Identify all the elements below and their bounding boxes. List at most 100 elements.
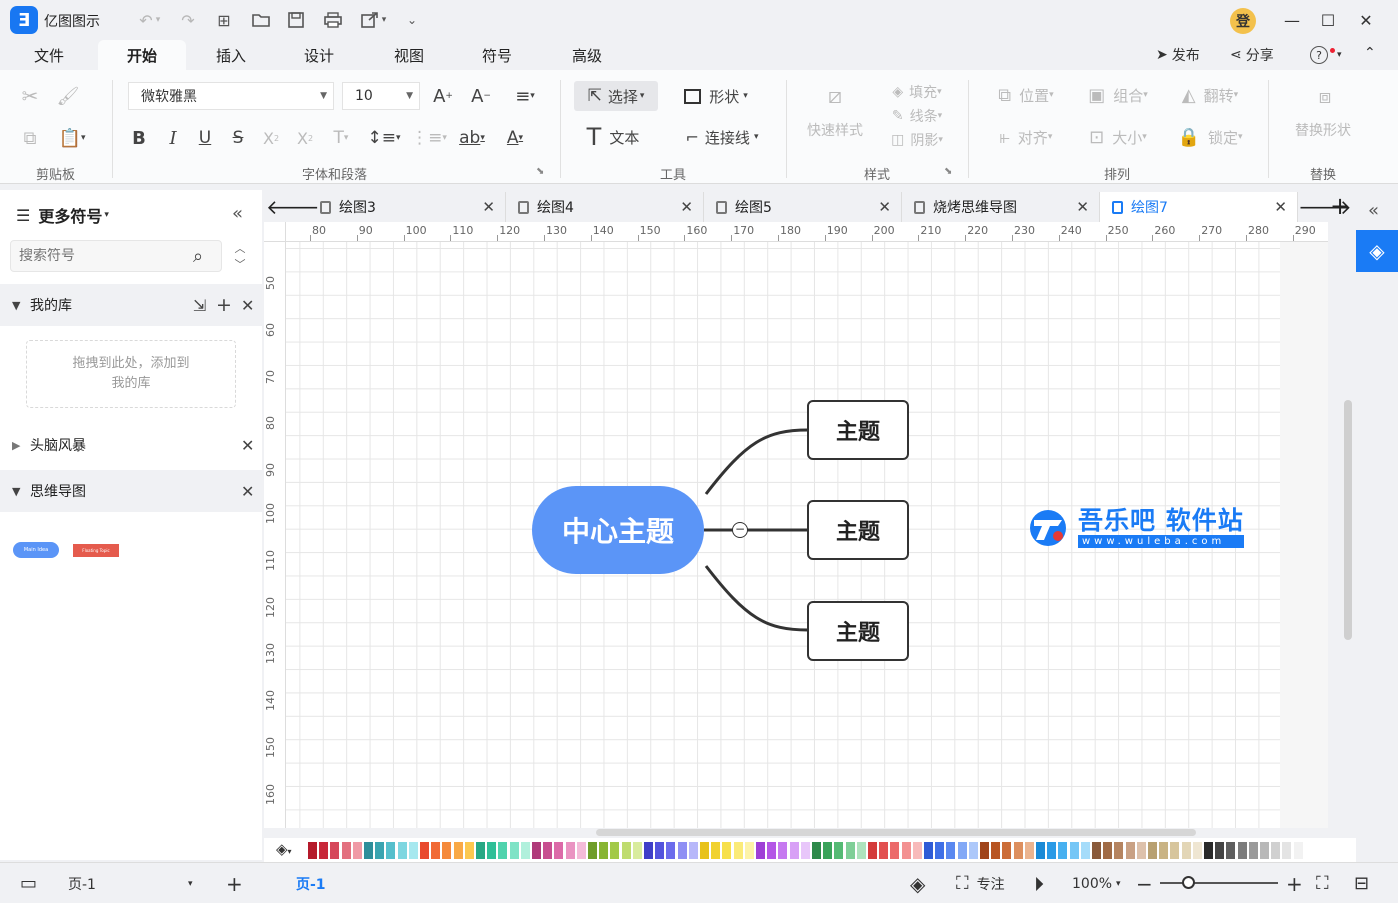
color-swatch[interactable] <box>1159 842 1169 859</box>
color-swatch[interactable] <box>1237 842 1247 859</box>
color-swatch[interactable] <box>1125 842 1135 859</box>
color-swatch[interactable] <box>543 842 553 859</box>
color-swatch[interactable] <box>1181 842 1191 859</box>
color-swatch[interactable] <box>756 842 765 859</box>
position-button[interactable]: ⧉ 位置 ▾ <box>988 82 1064 108</box>
color-swatch[interactable] <box>901 842 911 859</box>
color-swatch[interactable] <box>1248 842 1258 859</box>
size-button[interactable]: ⊡ 大小 ▾ <box>1080 124 1156 150</box>
undo-dropdown-icon[interactable]: ▾ <box>152 9 164 31</box>
fit-page-icon[interactable]: ⛶ <box>1316 863 1329 903</box>
page-panel-icon[interactable]: ▭ <box>20 863 37 903</box>
color-swatch[interactable] <box>733 842 743 859</box>
font-family-select[interactable]: 微软雅黑 ▼ <box>128 82 334 110</box>
color-swatch[interactable] <box>431 842 441 859</box>
line-button[interactable]: ✎ 线条 ▾ <box>884 106 950 126</box>
shape-tool-button[interactable]: 形状 ▾ <box>676 81 756 111</box>
color-swatch[interactable] <box>856 842 866 859</box>
color-swatch[interactable] <box>476 842 485 859</box>
close-section-icon[interactable]: ✕ <box>241 436 254 455</box>
topic-node[interactable]: 主题 <box>807 400 909 460</box>
color-swatch[interactable] <box>364 842 373 859</box>
shadow-button[interactable]: ◫ 阴影 ▾ <box>884 130 950 150</box>
color-swatch[interactable] <box>1226 842 1236 859</box>
color-swatch[interactable] <box>767 842 777 859</box>
color-swatch[interactable] <box>666 842 676 859</box>
color-swatch[interactable] <box>453 842 463 859</box>
page-dropdown-icon[interactable]: ▾ <box>188 863 193 903</box>
close-window-icon[interactable]: ✕ <box>1348 6 1384 34</box>
cut-icon[interactable]: ✂ <box>16 82 44 110</box>
color-swatch[interactable] <box>375 842 385 859</box>
color-swatch[interactable] <box>1114 842 1124 859</box>
color-swatch[interactable] <box>308 842 317 859</box>
doc-tab[interactable]: 绘图3 ✕ <box>308 192 506 222</box>
search-icon[interactable]: ⌕ <box>193 246 203 267</box>
color-swatch[interactable] <box>1002 842 1012 859</box>
user-avatar[interactable]: 登 <box>1230 8 1256 34</box>
publish-button[interactable]: ➤ 发布 <box>1156 45 1200 65</box>
quick-style-button[interactable]: 快速样式 <box>800 120 870 140</box>
doc-tab[interactable]: 绘图5 ✕ <box>704 192 902 222</box>
play-icon[interactable]: ⏵ <box>1034 863 1044 903</box>
format-painter-icon[interactable]: 🖌 <box>54 82 82 110</box>
color-swatch[interactable] <box>397 842 407 859</box>
maximize-icon[interactable]: ☐ <box>1310 6 1346 34</box>
color-swatch[interactable] <box>1215 842 1225 859</box>
color-swatch[interactable] <box>644 842 653 859</box>
layers-icon[interactable]: ◈ <box>910 863 925 903</box>
symbol-main-idea[interactable]: Main Idea <box>13 542 59 558</box>
color-swatch[interactable] <box>1260 842 1269 859</box>
fill-bucket-icon[interactable]: ◈▾ <box>276 840 292 858</box>
color-swatch[interactable] <box>789 842 799 859</box>
import-icon[interactable]: ⇲ <box>193 296 206 315</box>
highlight-icon[interactable]: ab ▾ <box>454 124 490 152</box>
text-align-button[interactable]: ≡ ▾ <box>508 82 542 110</box>
tab-design[interactable]: 设计 <box>284 40 354 70</box>
color-swatch[interactable] <box>1148 842 1157 859</box>
color-swatch[interactable] <box>599 842 609 859</box>
doc-tab-active[interactable]: 绘图7 ✕ <box>1100 192 1298 222</box>
color-swatch[interactable] <box>1047 842 1057 859</box>
text-tool-button[interactable]: T 文本 <box>578 122 648 152</box>
color-swatch[interactable] <box>935 842 945 859</box>
color-swatch[interactable] <box>823 842 833 859</box>
export-dropdown-icon[interactable]: ▾ <box>378 9 390 31</box>
vertical-scrollbar[interactable] <box>1344 400 1352 640</box>
group-button[interactable]: ▣ 组合 ▾ <box>1080 82 1156 108</box>
symbol-floating-topic[interactable]: Floating Topic <box>73 544 119 557</box>
color-swatch[interactable] <box>778 842 788 859</box>
format-fill-icon[interactable]: ◈ <box>1356 230 1398 272</box>
color-swatch[interactable] <box>957 842 967 859</box>
select-tool-button[interactable]: ⇱ 选择 ▾ <box>574 81 658 111</box>
color-swatch[interactable] <box>520 842 530 859</box>
color-swatch[interactable] <box>1103 842 1113 859</box>
align-button[interactable]: ⫦ 对齐 ▾ <box>988 124 1064 150</box>
collapse-ribbon-icon[interactable]: ⌃ <box>1364 45 1376 61</box>
font-color-icon[interactable]: A ▾ <box>498 124 532 152</box>
color-swatch[interactable] <box>677 842 687 859</box>
quick-style-icon[interactable]: ⧄ <box>820 82 850 110</box>
help-button[interactable]: ? ▾ <box>1310 45 1342 65</box>
close-tab-icon[interactable]: ✕ <box>680 198 693 216</box>
horizontal-scrollbar[interactable] <box>596 829 1196 836</box>
center-topic[interactable]: 中心主题 <box>532 486 704 574</box>
focus-mode-button[interactable]: ⛶ 专注 <box>956 863 1005 903</box>
color-swatch[interactable] <box>834 842 844 859</box>
topic-node[interactable]: 主题 <box>807 601 909 661</box>
subscript-icon[interactable]: X2 <box>292 124 318 152</box>
close-tab-icon[interactable]: ✕ <box>1076 198 1089 216</box>
section-my-library[interactable]: ▼ 我的库 ⇲ + ✕ <box>0 284 262 326</box>
color-swatch[interactable] <box>532 842 541 859</box>
color-swatch[interactable] <box>632 842 642 859</box>
color-swatch[interactable] <box>968 842 978 859</box>
close-tab-icon[interactable]: ✕ <box>482 198 495 216</box>
color-swatch[interactable] <box>319 842 329 859</box>
color-swatch[interactable] <box>565 842 575 859</box>
flip-button[interactable]: ◭ 翻转 ▾ <box>1172 82 1248 108</box>
bold-icon[interactable]: B <box>128 124 150 152</box>
color-swatch[interactable] <box>464 842 474 859</box>
add-page-icon[interactable]: + <box>226 863 243 903</box>
redo-icon[interactable]: ↷ <box>176 9 200 31</box>
page-select[interactable]: 页-1 <box>68 863 96 903</box>
